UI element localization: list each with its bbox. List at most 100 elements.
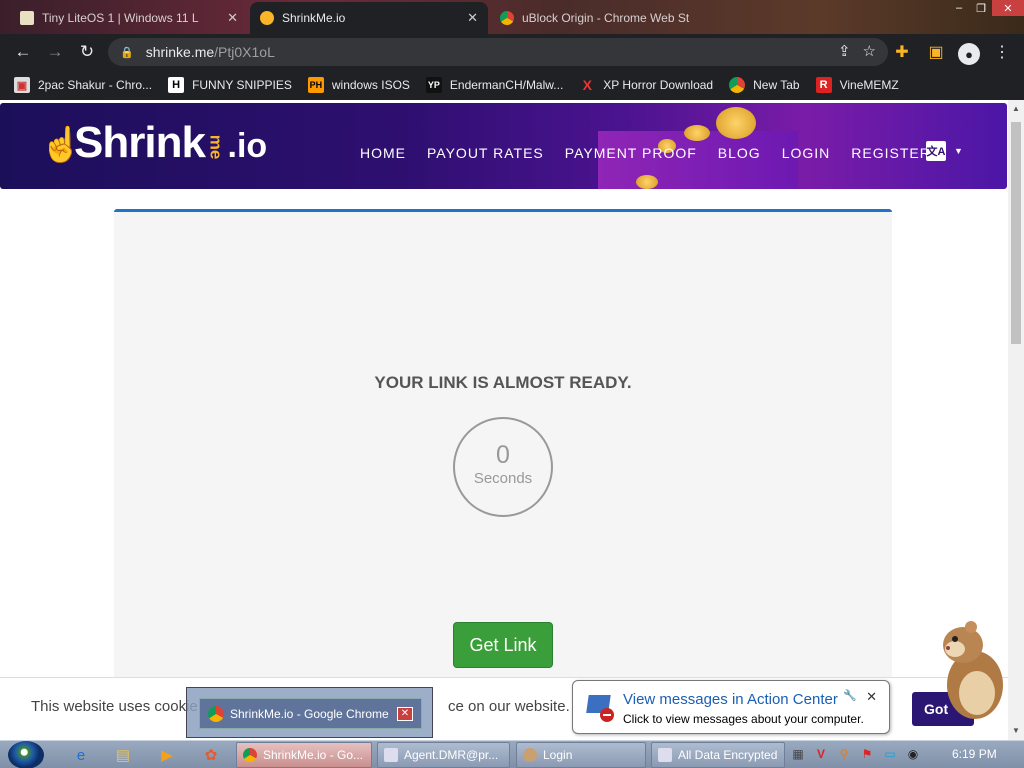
countdown-value: 0: [496, 441, 510, 469]
r-logo-icon: R: [815, 77, 832, 93]
tray-v-icon[interactable]: V: [813, 746, 829, 762]
windows-taskbar: e ▤ ▶ ✿ ShrinkMe.io - Go... Agent.DMR@pr…: [0, 740, 1024, 768]
taskbar-clock[interactable]: 6:19 PM: [952, 747, 997, 761]
window-icon: [658, 748, 672, 762]
forward-arrow-icon[interactable]: →: [40, 37, 70, 67]
extensions-puzzle-icon[interactable]: ✚: [890, 37, 914, 67]
main-nav: HOME PAYOUT RATES PAYMENT PROOF BLOG LOG…: [360, 145, 931, 161]
h-logo-icon: H: [168, 77, 185, 93]
close-tab-icon[interactable]: ✕: [227, 10, 238, 26]
x-logo-icon: X: [582, 77, 592, 93]
ph-logo-icon: PH: [307, 77, 324, 93]
coin-decoration-icon: [716, 107, 756, 139]
tab-title: uBlock Origin - Chrome Web St: [522, 11, 690, 25]
close-tab-icon[interactable]: ✕: [467, 10, 478, 26]
web-page: ☝ Shrink me .io HOME PAYOUT RATES PAYMEN…: [0, 100, 1008, 740]
tray-search-icon[interactable]: ⚲: [836, 746, 852, 762]
screen: Tiny LiteOS 1 | Windows 11 L ✕ ShrinkMe.…: [0, 0, 1024, 768]
menu-kebab-icon[interactable]: ⋮: [990, 37, 1014, 67]
nav-home[interactable]: HOME: [360, 145, 406, 161]
pointer-hand-icon: ☝: [40, 126, 83, 164]
close-notification-icon[interactable]: ✕: [866, 689, 877, 705]
back-arrow-icon[interactable]: ←: [8, 37, 38, 67]
get-link-button[interactable]: Get Link: [453, 622, 553, 668]
tab-shrinkme[interactable]: ShrinkMe.io ✕: [250, 2, 488, 34]
internet-explorer-icon[interactable]: e: [70, 745, 92, 765]
shrinkme-favicon-icon: [260, 11, 274, 25]
tray-flag-icon[interactable]: ⚑: [859, 746, 875, 762]
taskbar-thumbnail-preview[interactable]: ShrinkMe.io - Google Chrome ✕: [186, 687, 433, 738]
shrinkme-logo[interactable]: ☝ Shrink me .io: [36, 121, 267, 166]
media-player-icon[interactable]: ▶: [156, 745, 178, 765]
yp-logo-icon: YP: [425, 77, 442, 93]
nav-payment-proof[interactable]: PAYMENT PROOF: [565, 145, 697, 161]
user-login-icon: [523, 748, 537, 762]
tab-favicon-icon: [20, 11, 34, 25]
minimize-icon[interactable]: –: [948, 0, 970, 16]
link-ready-heading: YOUR LINK IS ALMOST READY.: [374, 373, 632, 392]
app-flower-icon[interactable]: ✿: [200, 745, 222, 765]
scrollbar-thumb[interactable]: [1011, 122, 1021, 344]
countdown-unit: Seconds: [473, 470, 533, 487]
side-panel-icon[interactable]: ▣: [924, 37, 948, 67]
bookmark-endermanch[interactable]: YP EndermanCH/Malw...: [425, 77, 563, 93]
tray-speaker-icon[interactable]: ◉: [905, 746, 921, 762]
taskbar-chrome[interactable]: ShrinkMe.io - Go...: [236, 742, 372, 768]
hamster-mascot-icon[interactable]: [933, 615, 1013, 723]
action-center-notification[interactable]: View messages in Action Center Click to …: [572, 680, 890, 734]
tray-network-icon[interactable]: ▭: [882, 746, 898, 762]
bookmark-new-tab[interactable]: New Tab: [729, 77, 800, 93]
taskbar-agent-dmr[interactable]: Agent.DMR@pr...: [377, 742, 510, 768]
tray-app-icon[interactable]: ▦: [790, 746, 806, 762]
scroll-down-icon[interactable]: ▼: [1012, 726, 1020, 735]
address-bar[interactable]: 🔒 shrinke.me/Ptj0X1oL ⇪ ☆: [108, 38, 888, 66]
chevron-down-icon: ▼: [954, 146, 963, 156]
bookmark-vinememz[interactable]: R VineMEMZ: [815, 77, 899, 93]
preview-title: ShrinkMe.io - Google Chrome: [230, 706, 389, 721]
lock-icon: 🔒: [120, 46, 134, 59]
tab-title: ShrinkMe.io: [282, 11, 346, 25]
folder-icon[interactable]: ▤: [112, 745, 134, 765]
tab-tiny-liteos[interactable]: Tiny LiteOS 1 | Windows 11 L ✕: [10, 2, 248, 34]
nav-payout-rates[interactable]: PAYOUT RATES: [427, 145, 544, 161]
bookmark-2pac[interactable]: ▣ 2pac Shakur - Chro...: [14, 77, 152, 93]
start-button[interactable]: [8, 741, 44, 768]
close-preview-icon[interactable]: ✕: [397, 706, 413, 721]
chrome-icon: [243, 748, 257, 762]
notification-title: View messages in Action Center: [623, 691, 838, 708]
window-controls: – ❐ ✕: [948, 0, 1024, 16]
nav-register[interactable]: REGISTER: [851, 145, 931, 161]
wrench-icon[interactable]: 🔧: [843, 689, 857, 702]
nav-login[interactable]: LOGIN: [782, 145, 831, 161]
bookmark-windows-isos[interactable]: PH windows ISOS: [307, 77, 410, 93]
bookmark-funny-snippies[interactable]: H FUNNY SNIPPIES: [168, 77, 292, 93]
browser-toolbar: ← → ↻ 🔒 shrinke.me/Ptj0X1oL ⇪ ☆ ✚ ▣ ● ⋮: [0, 34, 1024, 70]
bookmark-star-icon[interactable]: ☆: [863, 42, 876, 60]
countdown-timer: 0 Seconds: [453, 417, 553, 517]
bookmarks-bar: ▣ 2pac Shakur - Chro... H FUNNY SNIPPIES…: [0, 70, 1024, 100]
translate-icon: 文A: [926, 141, 946, 161]
share-icon[interactable]: ⇪: [838, 42, 851, 60]
notification-subtitle: Click to view messages about your comput…: [623, 712, 864, 726]
action-center-flag-icon: [586, 695, 614, 722]
coin-decoration-icon: [684, 125, 710, 141]
taskbar-login[interactable]: Login: [516, 742, 646, 768]
browser-tabstrip: Tiny LiteOS 1 | Windows 11 L ✕ ShrinkMe.…: [0, 0, 1024, 34]
profile-avatar-icon[interactable]: ●: [958, 43, 980, 65]
taskbar-all-data-encrypted[interactable]: All Data Encrypted: [651, 742, 785, 768]
scroll-up-icon[interactable]: ▲: [1012, 104, 1020, 113]
nav-blog[interactable]: BLOG: [718, 145, 761, 161]
chrome-icon: [729, 77, 746, 93]
chrome-favicon-icon: [500, 11, 514, 25]
bookmark-xp-horror[interactable]: X XP Horror Download: [579, 77, 714, 93]
close-window-icon[interactable]: ✕: [992, 0, 1024, 16]
cookie-text-start: This website uses cookie: [31, 698, 198, 715]
chrome-icon: [208, 705, 224, 722]
tab-ublock[interactable]: uBlock Origin - Chrome Web St: [490, 2, 700, 34]
language-selector[interactable]: 文A ▼: [926, 141, 963, 161]
maximize-icon[interactable]: ❐: [970, 0, 992, 16]
cookie-text-end: ce on our website.: [448, 698, 570, 715]
2pac-icon: ▣: [14, 77, 30, 93]
coin-decoration-icon: [636, 175, 658, 189]
reload-icon[interactable]: ↻: [72, 37, 102, 67]
